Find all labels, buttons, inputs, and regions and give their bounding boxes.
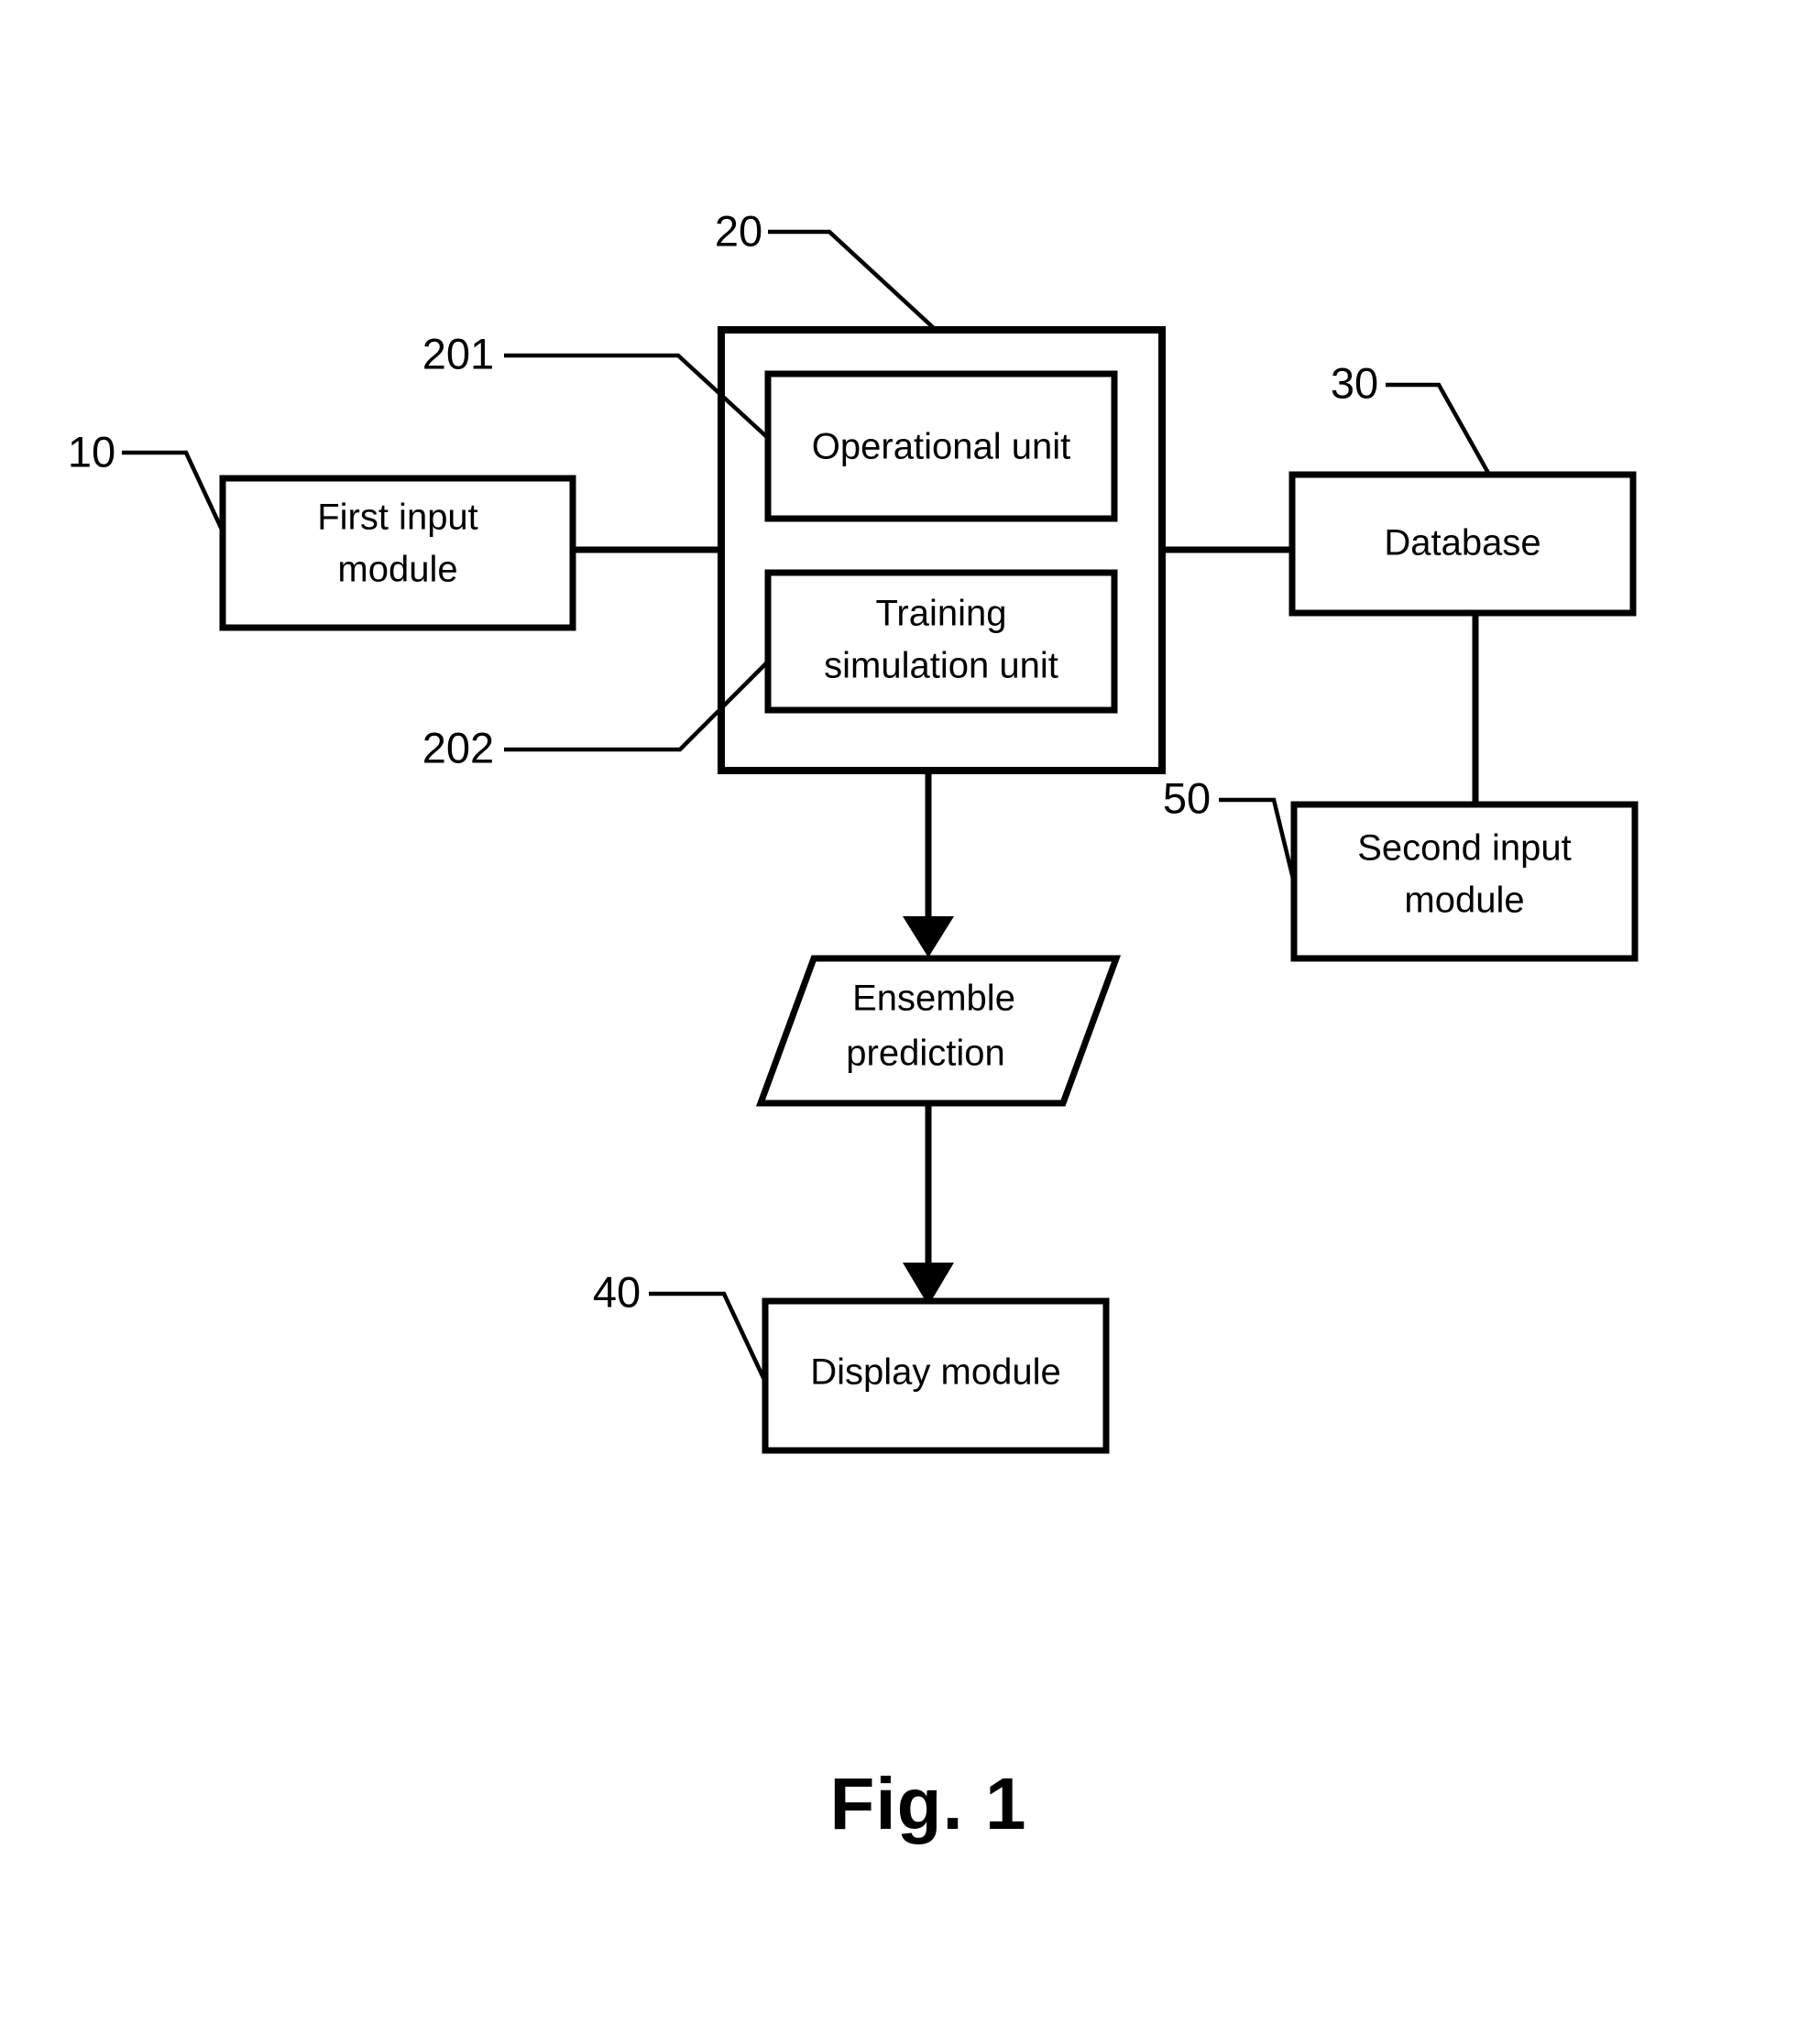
training-simulation-unit-label-line1: Training (875, 594, 1006, 634)
leader-line-10 (122, 450, 225, 532)
leader-line-20 (768, 229, 937, 332)
leader-line-50 (1219, 797, 1297, 883)
block-diagram-canvas: First input module Operational unit Trai… (68, 206, 1639, 1844)
ensemble-prediction-label-line2: prediction (846, 1034, 1004, 1074)
ref-numeral-40: 40 (593, 1267, 641, 1316)
figure-caption: Fig. 1 (830, 1763, 1027, 1844)
leader-line-201 (504, 353, 770, 440)
ref-numeral-20: 20 (715, 206, 762, 255)
ref-numeral-202: 202 (422, 723, 494, 771)
second-input-module-label-line1: Second input (1357, 828, 1572, 869)
ref-numeral-201: 201 (422, 329, 494, 377)
leader-line-40 (649, 1291, 768, 1383)
ref-numeral-10: 10 (68, 427, 115, 476)
ensemble-prediction-label-line1: Ensemble (852, 979, 1015, 1019)
display-module-label: Display module (810, 1352, 1060, 1393)
database-label: Database (1384, 523, 1540, 563)
patent-figure: First input module Operational unit Trai… (0, 0, 1820, 2035)
first-input-module-label-line2: module (337, 550, 457, 590)
operational-unit-label: Operational unit (812, 427, 1070, 467)
ref-numeral-50: 50 (1163, 773, 1211, 822)
first-input-module-label-line1: First input (317, 498, 478, 538)
leader-line-202 (504, 660, 770, 752)
leader-line-30 (1386, 382, 1491, 476)
arrowhead-to-ensemble (903, 916, 954, 957)
second-input-module-label-line2: module (1404, 881, 1524, 921)
training-simulation-unit-label-line2: simulation unit (824, 646, 1058, 686)
ref-numeral-30: 30 (1331, 358, 1378, 407)
